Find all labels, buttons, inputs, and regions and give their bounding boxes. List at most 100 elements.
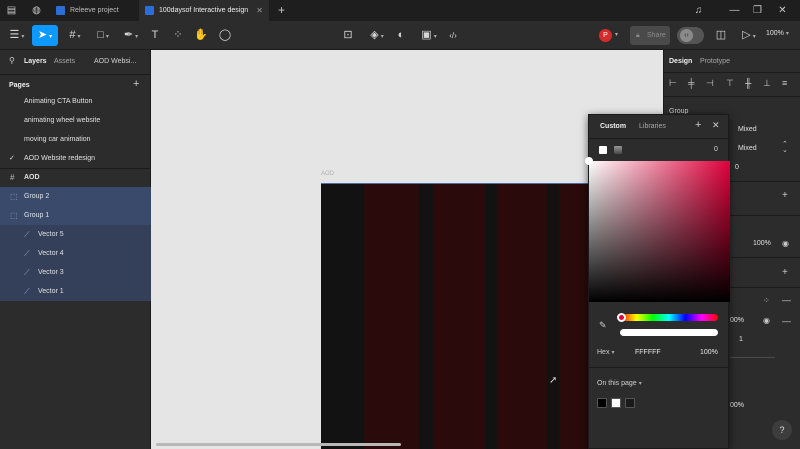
layer-row[interactable]: ⟋ Vector 1 — [0, 282, 151, 301]
fill-opacity-value[interactable]: 00% — [730, 317, 744, 324]
close-icon[interactable]: ✕ — [712, 120, 720, 131]
shape-tool-button[interactable]: □ ▾ — [92, 25, 114, 46]
tab-design[interactable]: Design — [669, 58, 692, 65]
rotation-value[interactable]: 0 — [714, 146, 718, 153]
dev-mode-toggle[interactable]: ‹› — [677, 27, 704, 44]
align-bottom-icon[interactable]: ⊥ — [763, 78, 771, 89]
main-menu-button[interactable]: ☰ ▾ — [6, 25, 28, 46]
new-tab-icon[interactable]: + — [275, 4, 288, 17]
page-item[interactable]: moving car animation — [0, 130, 151, 149]
layer-row[interactable]: ⬚ Group 2 — [0, 187, 151, 206]
gradient-fill-icon[interactable] — [614, 146, 622, 154]
pen-tool-button[interactable]: ✒ ▾ — [120, 25, 142, 46]
page-item[interactable]: Animating CTA Button — [0, 92, 151, 111]
share-button[interactable]: 🔒︎ Share — [630, 26, 670, 45]
remove-icon[interactable]: — — [782, 316, 791, 326]
tab-custom[interactable]: Custom — [600, 123, 626, 130]
align-center-v-icon[interactable]: ╫ — [745, 78, 751, 88]
remove-icon[interactable]: — — [782, 295, 791, 305]
align-left-icon[interactable]: ⊢ — [669, 78, 677, 89]
stroke-weight-value[interactable]: 1 — [739, 336, 743, 343]
align-right-icon[interactable]: ⊣ — [706, 78, 714, 89]
tab-prototype[interactable]: Prototype — [700, 58, 730, 65]
present-button[interactable]: ▷ ▾ — [739, 25, 759, 46]
align-top-icon[interactable]: ⊤ — [726, 78, 734, 89]
code-icon[interactable]: ‹/› — [446, 25, 460, 46]
text-tool-button[interactable]: T — [148, 25, 162, 46]
frame-tool-button[interactable]: # ▾ — [64, 25, 86, 46]
tab-layers[interactable]: Layers — [24, 58, 47, 65]
canvas[interactable]: AOD ➚ — [151, 50, 663, 449]
opacity-value[interactable]: 100% — [753, 240, 771, 247]
component-icon[interactable]: ◈ ▾ — [366, 25, 388, 46]
library-icon[interactable]: ◫ — [714, 25, 728, 46]
eyedropper-icon[interactable]: ✎ — [599, 320, 607, 331]
tab-libraries[interactable]: Libraries — [639, 123, 666, 130]
color-picker-handle[interactable] — [585, 157, 593, 165]
hex-input[interactable]: FFFFFF — [635, 349, 661, 356]
add-fill-icon[interactable]: + — [782, 267, 788, 278]
color-swatch[interactable] — [611, 398, 621, 408]
page-item[interactable]: animating wheel website — [0, 111, 151, 130]
radius-mixed-value[interactable]: Mixed — [738, 126, 757, 133]
saturation-value-area[interactable] — [585, 157, 730, 302]
layer-row[interactable]: ⟋ Vector 3 — [0, 263, 151, 282]
color-swatch[interactable] — [625, 398, 635, 408]
layer-row[interactable]: ⬚ Group 1 — [0, 206, 151, 225]
layer-label: Vector 4 — [38, 250, 64, 257]
avatar[interactable]: P — [599, 29, 612, 42]
add-style-icon[interactable]: + — [695, 119, 701, 131]
frame-label[interactable]: AOD — [321, 171, 334, 177]
add-page-icon[interactable]: + — [133, 78, 139, 90]
hue-slider-handle[interactable] — [617, 313, 626, 322]
maximize-icon[interactable]: ❐ — [751, 4, 764, 17]
page-item-label: Animating CTA Button — [24, 98, 93, 105]
avatar-caret-icon[interactable]: ▾ — [615, 31, 618, 38]
move-tool-button[interactable]: ➤ ▾ — [32, 25, 58, 46]
layer-row[interactable]: ⟋ Vector 4 — [0, 244, 151, 263]
opacity-slider[interactable] — [620, 329, 718, 336]
mask-icon[interactable]: ◐ — [394, 25, 408, 46]
opacity-input[interactable]: 100% — [700, 349, 718, 356]
layer-row[interactable]: ⟋ Vector 5 — [0, 225, 151, 244]
crop-icon[interactable]: ⊡ — [341, 25, 355, 46]
tab-releeve-project[interactable]: Releeve project — [50, 0, 136, 21]
align-center-h-icon[interactable]: ╪ — [688, 78, 694, 88]
help-button[interactable]: ? — [772, 420, 792, 440]
solid-fill-icon[interactable] — [599, 146, 607, 154]
file-icon — [145, 6, 154, 15]
zoom-value: 100% — [766, 30, 784, 37]
eye-icon[interactable]: ◉ — [782, 239, 789, 248]
horizontal-scrollbar[interactable] — [156, 443, 401, 446]
comment-tool-button[interactable]: ◯ — [217, 25, 233, 46]
folder-icon[interactable]: ▤ — [5, 4, 18, 17]
globe-icon[interactable]: ◍ — [30, 4, 43, 17]
layer-row[interactable]: # AOD — [0, 168, 151, 187]
page-item-current[interactable]: ✓ AOD Website redesign — [0, 149, 151, 168]
grid-icon[interactable]: ⁘ — [763, 296, 770, 305]
add-icon[interactable]: + — [782, 190, 788, 201]
hand-tool-button[interactable]: ✋ — [193, 25, 209, 46]
page-item-label: AOD Website redesign — [24, 155, 96, 162]
eye-icon[interactable]: ◉ — [763, 316, 770, 325]
color-format-dropdown[interactable]: Hex ▾ — [597, 349, 614, 356]
mixed-value[interactable]: Mixed — [738, 145, 757, 152]
page-selector[interactable]: AOD Websi... — [94, 58, 136, 65]
search-icon[interactable]: ⚲ — [9, 56, 15, 65]
bell-icon[interactable]: ♫ — [692, 4, 705, 17]
distribute-icon[interactable]: ≡ — [782, 78, 787, 88]
on-this-page-dropdown[interactable]: On this page ▾ — [597, 380, 642, 387]
boolean-icon[interactable]: ▣ ▾ — [418, 25, 440, 46]
stepper-icon[interactable]: ⌃ ⌄ — [782, 141, 788, 154]
effect-opacity-value[interactable]: 00% — [730, 402, 744, 409]
close-tab-icon[interactable]: ✕ — [256, 6, 263, 15]
tab-assets[interactable]: Assets — [54, 58, 75, 65]
color-swatch[interactable] — [597, 398, 607, 408]
resources-tool-button[interactable]: ⁘ — [171, 25, 185, 46]
tab-100daysof-interactive-design[interactable]: 100daysof Interactive design ✕ — [139, 0, 269, 21]
hue-slider[interactable] — [617, 313, 718, 322]
rotation-value[interactable]: 0 — [735, 164, 739, 171]
zoom-dropdown[interactable]: 100% ▾ — [766, 30, 789, 37]
close-window-icon[interactable]: ✕ — [776, 4, 789, 17]
minimize-icon[interactable]: — — [728, 4, 741, 17]
